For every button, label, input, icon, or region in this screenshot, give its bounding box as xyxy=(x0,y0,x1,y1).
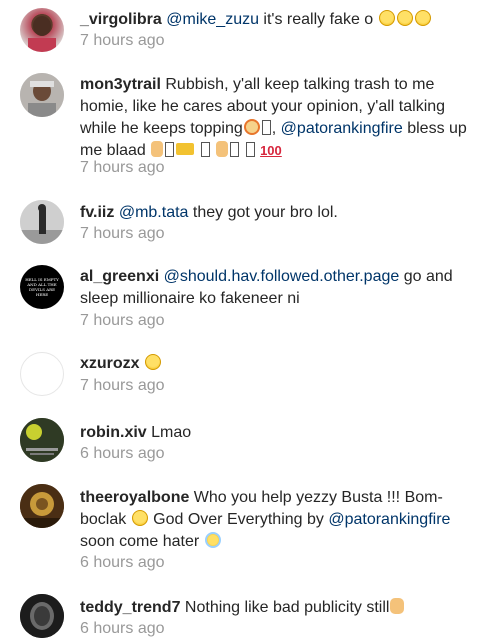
avatar-photo xyxy=(20,594,64,638)
smiling-halo-emoji-icon xyxy=(204,532,221,548)
victory-hand-emoji-icon xyxy=(216,141,229,157)
username[interactable]: robin.xiv xyxy=(80,424,147,441)
comment-text xyxy=(140,355,144,372)
ok-hand-emoji-icon xyxy=(390,598,405,614)
missing-glyph-icon xyxy=(245,142,255,157)
missing-glyph-icon xyxy=(200,142,210,157)
comment-text: God Over Everything by xyxy=(148,511,329,528)
avatar[interactable] xyxy=(20,594,64,638)
comment-body: xzurozx xyxy=(80,353,482,375)
face-emoji-icon xyxy=(243,119,260,135)
mention-link[interactable]: @patorankingfire xyxy=(281,120,403,137)
username[interactable]: _virgolibra xyxy=(80,11,162,28)
avatar[interactable] xyxy=(20,418,64,462)
comment-body: al_greenxi @should.hav.followed.other.pa… xyxy=(80,266,482,310)
comment-text: they got your bro lol. xyxy=(188,204,338,221)
teary-emoji-icon xyxy=(414,10,431,26)
timestamp: 7 hours ago xyxy=(80,225,165,242)
timestamp: 7 hours ago xyxy=(80,32,165,49)
avatar-photo xyxy=(20,200,64,244)
comment-text: soon come hater xyxy=(80,533,204,550)
mention-link[interactable]: @mike_zuzu xyxy=(166,11,259,28)
timestamp: 6 hours ago xyxy=(80,554,165,571)
username[interactable]: teddy_trend7 xyxy=(80,599,180,616)
comment-text: Nothing like bad publicity still xyxy=(180,599,390,616)
avatar-text: HELL IS EMPTY AND ALL THE DEVILS ARE HER… xyxy=(25,277,59,297)
thumbs-up-emoji-icon xyxy=(151,141,164,157)
avatar[interactable] xyxy=(20,352,64,396)
missing-glyph-icon xyxy=(261,120,271,135)
comment-body: mon3ytrail Rubbish, y'all keep talking t… xyxy=(80,74,482,162)
timestamp: 6 hours ago xyxy=(80,445,165,462)
timestamp: 7 hours ago xyxy=(80,377,165,394)
mention-link[interactable]: @mb.tata xyxy=(119,204,189,221)
username[interactable]: fv.iiz xyxy=(80,204,114,221)
avatar[interactable] xyxy=(20,200,64,244)
username[interactable]: xzurozx xyxy=(80,355,140,372)
hundred-points-emoji-icon: 100 xyxy=(260,143,282,158)
missing-glyph-icon xyxy=(230,142,240,157)
comment-text: it's really fake o xyxy=(258,11,378,28)
mention-link[interactable]: @patorankingfire xyxy=(328,511,450,528)
laughing-emoji-icon xyxy=(396,10,413,26)
avatar[interactable] xyxy=(20,73,64,117)
comment-body: fv.iiz @mb.tata they got your bro lol. xyxy=(80,202,482,224)
avatar-photo xyxy=(20,73,64,117)
comment-text: Lmao xyxy=(146,424,192,441)
username[interactable]: mon3ytrail xyxy=(80,76,161,93)
avatar[interactable] xyxy=(20,8,64,52)
comment-body: teddy_trend7 Nothing like bad publicity … xyxy=(80,597,482,619)
avatar[interactable] xyxy=(20,484,64,528)
comment-body: robin.xiv Lmao xyxy=(80,422,482,444)
avatar-photo xyxy=(20,418,64,462)
laughing-emoji-icon xyxy=(378,10,395,26)
avatar-photo xyxy=(20,484,64,528)
laughing-emoji-icon xyxy=(145,354,162,370)
avatar[interactable]: HELL IS EMPTY AND ALL THE DEVILS ARE HER… xyxy=(20,265,64,309)
comment-body: _virgolibra @mike_zuzu it's really fake … xyxy=(80,9,482,31)
timestamp: 6 hours ago xyxy=(80,620,165,637)
comment-body: theeroyalbone Who you help yezzy Busta !… xyxy=(80,487,482,553)
avatar-photo xyxy=(28,16,56,52)
missing-glyph-icon xyxy=(165,142,175,157)
timestamp: 7 hours ago xyxy=(80,312,165,329)
mention-link[interactable]: @should.hav.followed.other.page xyxy=(164,268,400,285)
timestamp: 7 hours ago xyxy=(80,159,165,176)
username[interactable]: theeroyalbone xyxy=(80,489,189,506)
crown-emoji-icon xyxy=(176,143,195,155)
confused-emoji-icon xyxy=(131,510,148,526)
username[interactable]: al_greenxi xyxy=(80,268,159,285)
